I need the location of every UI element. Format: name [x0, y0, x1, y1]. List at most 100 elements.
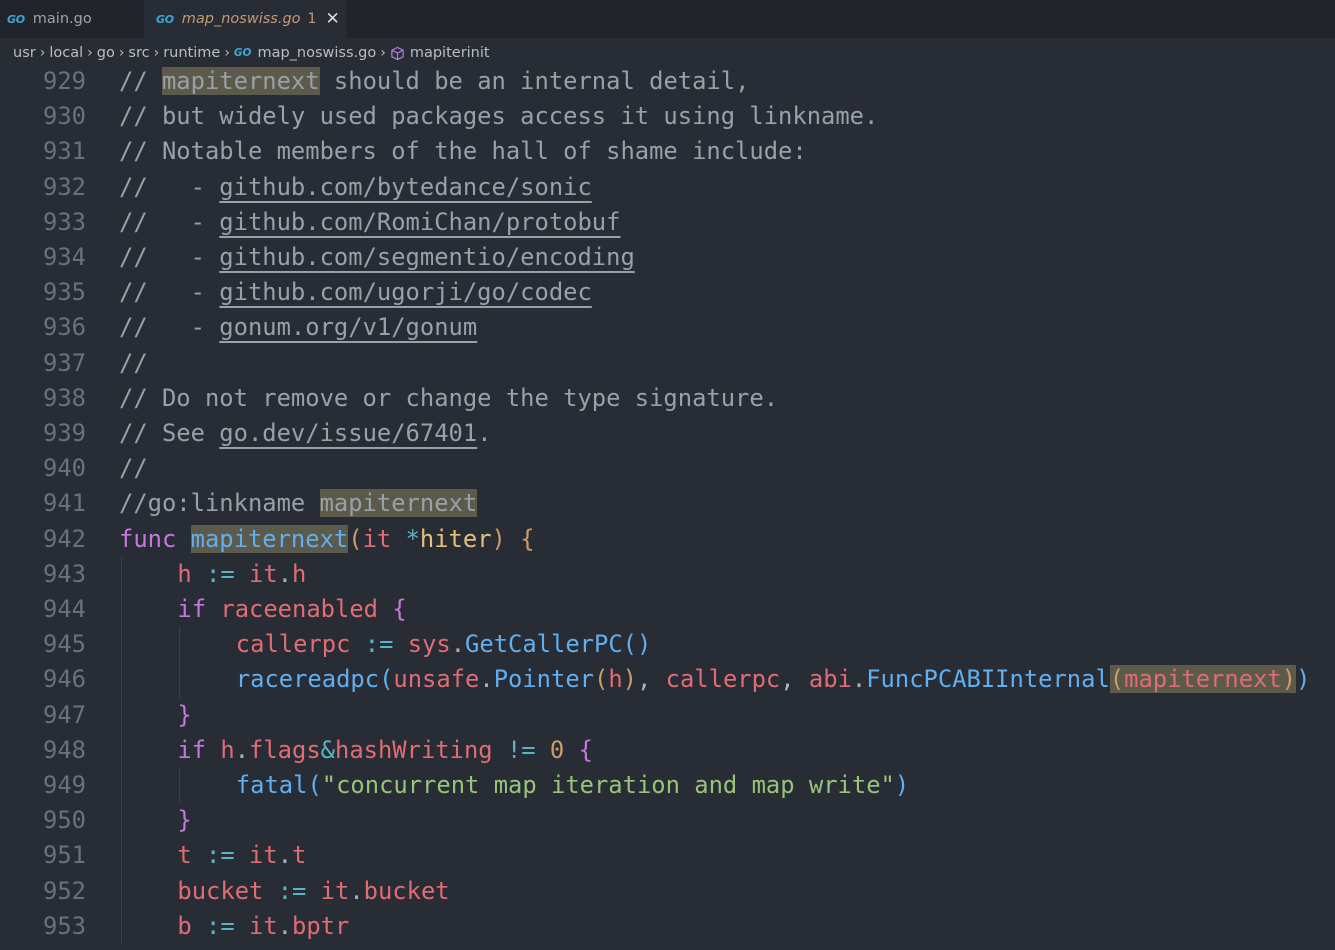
line-number: 934	[43, 243, 86, 271]
indent-guide	[179, 627, 180, 698]
code-token: (	[379, 665, 394, 694]
code-token: sys	[407, 630, 451, 659]
code-token: )	[894, 771, 910, 799]
code-line[interactable]: 936 // - gonum.org/v1/gonum	[0, 310, 1335, 345]
code-token: .	[851, 665, 867, 694]
breadcrumb-item-file[interactable]: map_noswiss.go	[257, 45, 376, 61]
code-line[interactable]: 942 func mapiternext(it *hiter) {	[0, 522, 1335, 557]
code-line[interactable]: 940 //	[0, 451, 1335, 486]
code-token: // Do not remove or change the type sign…	[119, 383, 779, 412]
code-text: // See go.dev/issue/67401.	[119, 416, 492, 451]
line-number: 938	[43, 383, 86, 412]
tab-main-go[interactable]: GO main.go	[0, 0, 144, 38]
code-line[interactable]: 934 // - github.com/segmentio/encoding	[0, 240, 1335, 275]
code-token: "concurrent map iteration and map write"	[321, 771, 895, 799]
code-token: GetCallerPC	[465, 630, 623, 659]
close-icon[interactable]: ✕	[325, 10, 339, 28]
code-token: it	[249, 841, 278, 870]
code-line[interactable]: 946 racereadpc(unsafe.Pointer(h), callerp…	[0, 662, 1335, 697]
code-editor[interactable]: 929 // mapiternext should be an internal …	[0, 64, 1335, 950]
line-number: 931	[43, 137, 86, 166]
code-token: it	[362, 524, 406, 553]
code-line[interactable]: 951 t := it.t	[0, 838, 1335, 873]
go-file-icon: GO	[233, 47, 252, 59]
code-line[interactable]: 952 bucket := it.bucket	[0, 874, 1335, 909]
code-line[interactable]: 949 fatal("concurrent map iteration and m…	[0, 768, 1335, 803]
code-token: {	[392, 595, 407, 623]
code-token: FuncPCABIInternal	[866, 665, 1110, 694]
line-number: 952	[43, 876, 86, 905]
code-text: if raceenabled {	[177, 592, 406, 627]
code-token: ,	[780, 665, 809, 694]
code-line[interactable]: 947}	[0, 698, 1335, 733]
chevron-right-icon: ›	[118, 45, 125, 61]
code-token: abi	[808, 665, 852, 694]
code-token: 0	[549, 735, 579, 764]
code-token: )	[622, 665, 637, 694]
code-line[interactable]: 933 // - github.com/RomiChan/protobuf	[0, 205, 1335, 240]
code-token: github.com/bytedance/sonic	[219, 172, 592, 201]
code-text: racereadpc(unsafe.Pointer(h), callerpc, …	[236, 662, 1310, 697]
line-number: 929	[43, 67, 86, 95]
code-token: it	[249, 911, 278, 940]
breadcrumb-item-local[interactable]: local	[49, 45, 83, 61]
code-token: h	[220, 735, 235, 764]
line-number: 946	[43, 665, 86, 694]
code-token: ()	[622, 630, 652, 659]
line-number: 940	[43, 454, 86, 483]
breadcrumb-item-src[interactable]: src	[128, 45, 149, 61]
code-token: !=	[506, 735, 550, 764]
code-token: if	[177, 735, 221, 764]
code-token: (	[307, 771, 322, 799]
code-line[interactable]: 937 //	[0, 346, 1335, 381]
breadcrumb-item-usr[interactable]: usr	[13, 45, 36, 61]
code-token: t	[177, 841, 207, 870]
code-token: .	[479, 665, 494, 694]
code-line[interactable]: 950}	[0, 803, 1335, 838]
code-text: }	[177, 803, 191, 838]
code-token: //go:linkname	[119, 489, 320, 518]
tab-map-noswiss-go[interactable]: GO map_noswiss.go 1 ✕	[144, 0, 346, 38]
code-line[interactable]: 939 // See go.dev/issue/67401.	[0, 416, 1335, 451]
code-token: github.com/RomiChan/protobuf	[219, 207, 621, 236]
code-token: h	[608, 665, 623, 694]
code-line[interactable]: 931 // Notable members of the hall of sha…	[0, 134, 1335, 169]
code-line[interactable]: 929 // mapiternext should be an internal …	[0, 64, 1335, 99]
line-number: 932	[43, 172, 86, 201]
code-text: func mapiternext(it *hiter) {	[119, 522, 535, 557]
code-line[interactable]: 930 // but widely used packages access it…	[0, 99, 1335, 134]
code-token: mapiternext	[161, 67, 320, 95]
code-line[interactable]: 945 callerpc := sys.GetCallerPC()	[0, 627, 1335, 662]
code-token: //	[119, 67, 162, 95]
code-token: go.dev/issue/67401	[219, 419, 478, 447]
code-token: h	[292, 559, 307, 588]
breadcrumb-item-runtime[interactable]: runtime	[163, 45, 220, 61]
code-token: .	[234, 735, 250, 764]
code-line[interactable]: 943 h := it.h	[0, 557, 1335, 592]
code-token: }	[177, 806, 192, 835]
code-token: mapiternext	[1124, 665, 1282, 694]
line-number: 944	[43, 595, 86, 623]
code-line[interactable]: 944 if raceenabled {	[0, 592, 1335, 627]
code-text: // - github.com/RomiChan/protobuf	[119, 205, 620, 240]
code-token: {	[578, 735, 593, 764]
code-line[interactable]: 935 // - github.com/ugorji/go/codec	[0, 275, 1335, 310]
breadcrumb-item-symbol[interactable]: mapiterinit	[410, 45, 490, 61]
indent-guide	[121, 556, 122, 944]
code-token: b	[177, 911, 207, 940]
code-line[interactable]: 932 // - github.com/bytedance/sonic	[0, 170, 1335, 205]
code-token: bptr	[292, 911, 350, 940]
code-token: .	[349, 876, 364, 905]
code-line[interactable]: 938 // Do not remove or change the type s…	[0, 381, 1335, 416]
code-line[interactable]: 948 if h.flags&hashWriting != 0 {	[0, 733, 1335, 768]
code-token: flags	[249, 735, 321, 764]
code-line[interactable]: 953 b := it.bptr	[0, 909, 1335, 944]
code-token: // -	[119, 172, 220, 201]
breadcrumb-item-go[interactable]: go	[97, 45, 115, 61]
chevron-right-icon: ›	[153, 45, 160, 61]
code-token: t	[292, 841, 307, 870]
problems-badge: 1	[307, 11, 317, 27]
code-line[interactable]: 941 //go:linkname mapiternext	[0, 486, 1335, 521]
code-token: gonum.org/v1/gonum	[219, 313, 478, 342]
code-text: // Do not remove or change the type sign…	[119, 381, 778, 416]
